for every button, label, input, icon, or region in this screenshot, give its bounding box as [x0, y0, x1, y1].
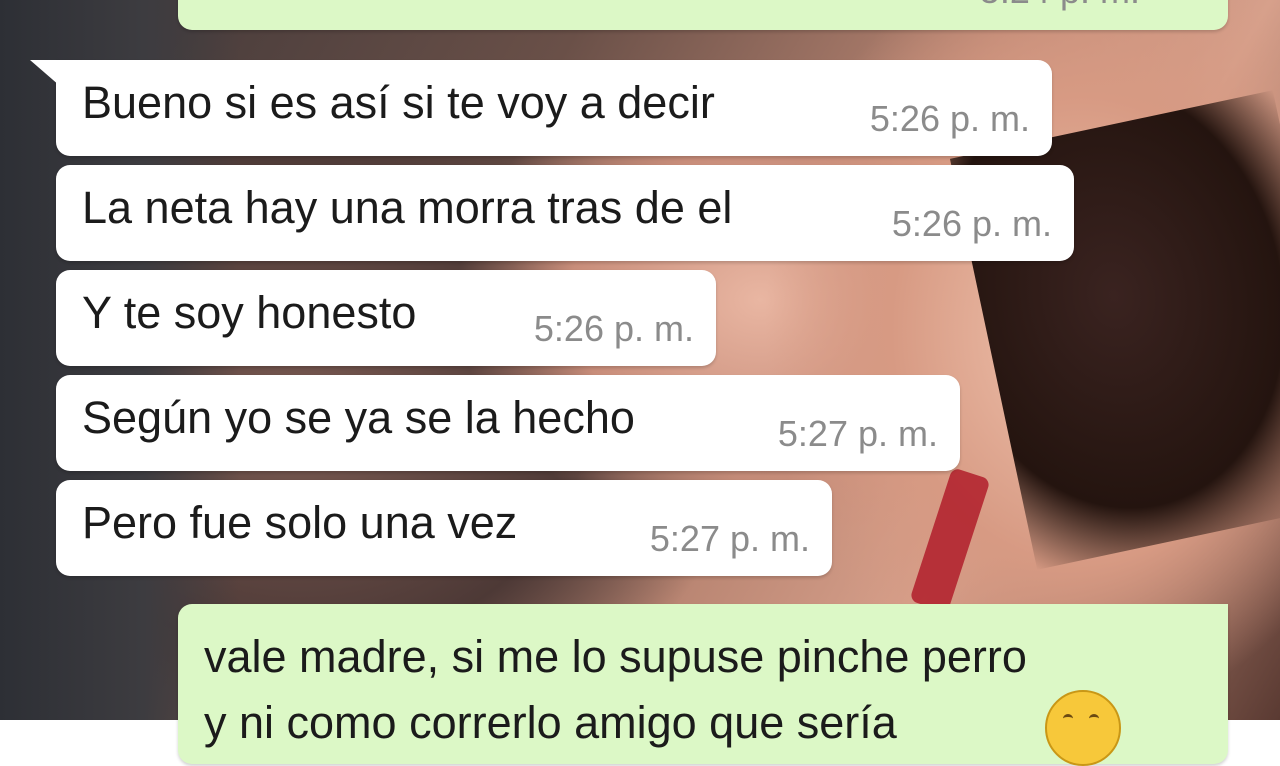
wallpaper-hair-area [949, 90, 1280, 570]
message-text: Pero fue solo una vez [82, 497, 518, 548]
message-text: La neta hay una morra tras de el [82, 182, 733, 233]
message-text-line-1: vale madre, si me lo supuse pinche perro [204, 631, 1027, 682]
emoji-eye [1089, 714, 1099, 723]
outgoing-message-top[interactable]: 5:24 p. m. ✓✓ [178, 0, 1228, 30]
message-time: 5:26 p. m. [869, 98, 1030, 139]
incoming-message[interactable]: Pero fue solo una vez 5:27 p. m. [56, 480, 832, 576]
message-time: 5:26 p. m. [891, 203, 1052, 244]
incoming-message[interactable]: Según yo se ya se la hecho 5:27 p. m. [56, 375, 960, 471]
message-text: Bueno si es así si te voy a decir [82, 77, 715, 128]
incoming-message[interactable]: La neta hay una morra tras de el 5:26 p.… [56, 165, 1074, 261]
incoming-message[interactable]: Bueno si es así si te voy a decir 5:26 p… [30, 60, 1052, 156]
laughing-face-emoji-icon [1045, 690, 1121, 766]
message-time: 5:27 p. m. [777, 413, 938, 454]
message-text-line-2: y ni como correrlo amigo que sería [204, 697, 897, 748]
double-check-icon: ✓✓ [1160, 0, 1200, 7]
incoming-message[interactable]: Y te soy honesto 5:26 p. m. [56, 270, 716, 366]
wallpaper-strap [909, 467, 991, 613]
message-time: 5:27 p. m. [649, 518, 810, 559]
emoji-eye [1063, 714, 1073, 723]
bubble-tail [30, 60, 60, 86]
message-time: 5:24 p. m. [980, 0, 1140, 12]
message-text: Según yo se ya se la hecho [82, 392, 635, 443]
message-text: Y te soy honesto [82, 287, 417, 338]
message-time: 5:26 p. m. [533, 308, 694, 349]
